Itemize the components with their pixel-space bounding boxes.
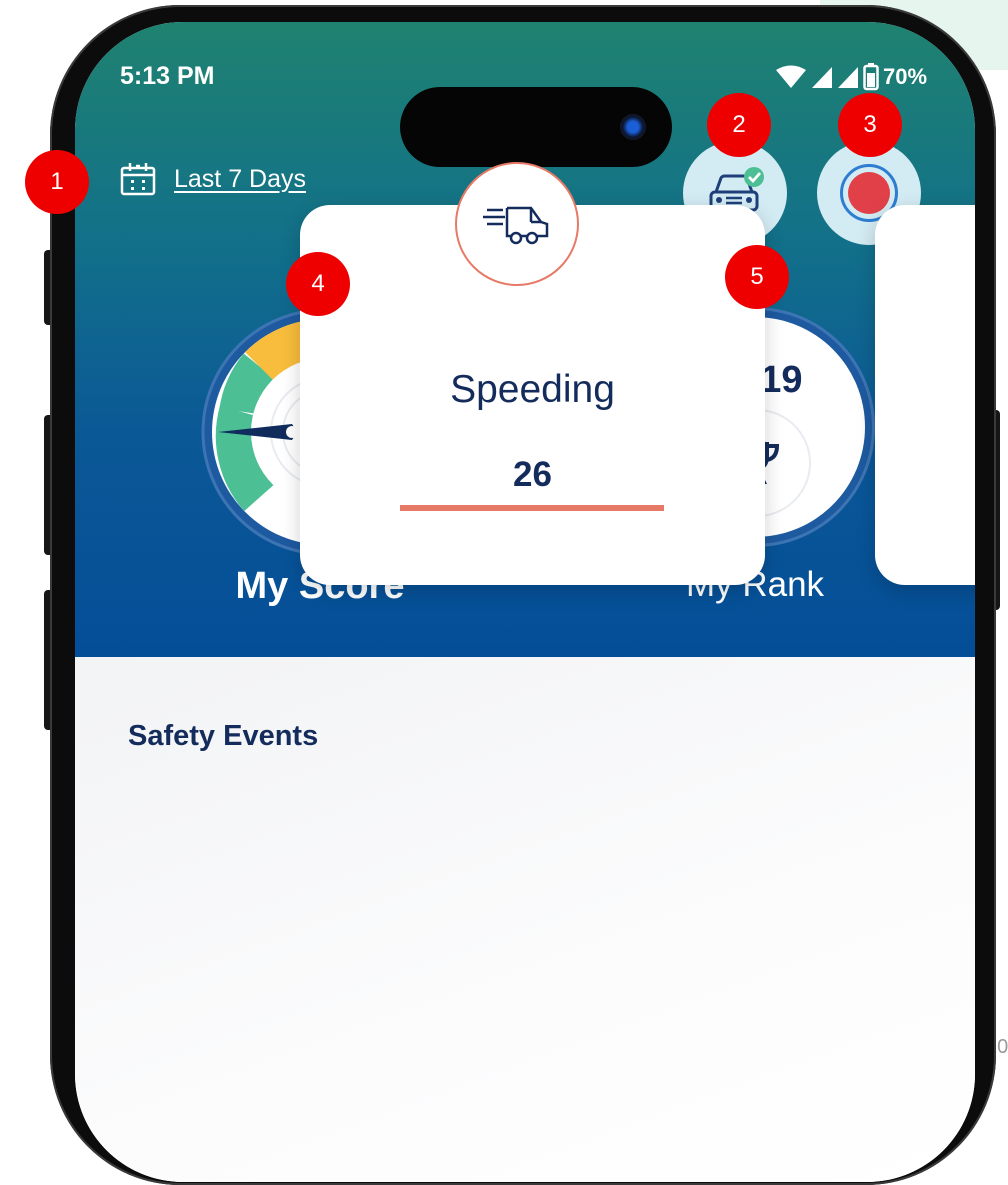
date-range-selector[interactable]: Last 7 Days — [120, 162, 306, 196]
event-count: 26 — [513, 455, 552, 494]
safety-events-section: Safety Events — [75, 657, 975, 1182]
front-camera — [620, 114, 646, 140]
event-icon-circle — [455, 162, 579, 286]
record-dot — [848, 172, 890, 214]
status-indicators: 70% — [775, 62, 927, 92]
dynamic-island — [400, 87, 672, 167]
signal-icon — [812, 67, 832, 88]
date-range-label[interactable]: Last 7 Days — [174, 165, 306, 194]
calendar-icon — [120, 163, 156, 196]
speeding-car-icon — [483, 206, 549, 245]
annotation-badge-4: 4 — [286, 252, 350, 316]
annotation-badge-2: 2 — [707, 93, 771, 157]
wifi-icon — [776, 65, 806, 88]
annotation-badge-3: 3 — [838, 93, 902, 157]
annotation-badge-1: 1 — [25, 150, 89, 214]
event-card-next[interactable] — [875, 205, 975, 585]
gauge-green-arc — [219, 353, 276, 415]
status-time: 5:13 PM — [120, 62, 215, 90]
section-title: Safety Events — [128, 720, 319, 752]
event-name: Speeding — [450, 368, 615, 411]
signal-icon-2 — [838, 67, 858, 88]
battery-icon — [863, 63, 879, 91]
event-count-underline — [400, 505, 664, 511]
annotation-badge-5: 5 — [725, 245, 789, 309]
battery-percentage: 70% — [883, 64, 928, 89]
phone-screen: 5:13 PM 70% Last 7 Days My Score My Rank… — [75, 22, 975, 1182]
